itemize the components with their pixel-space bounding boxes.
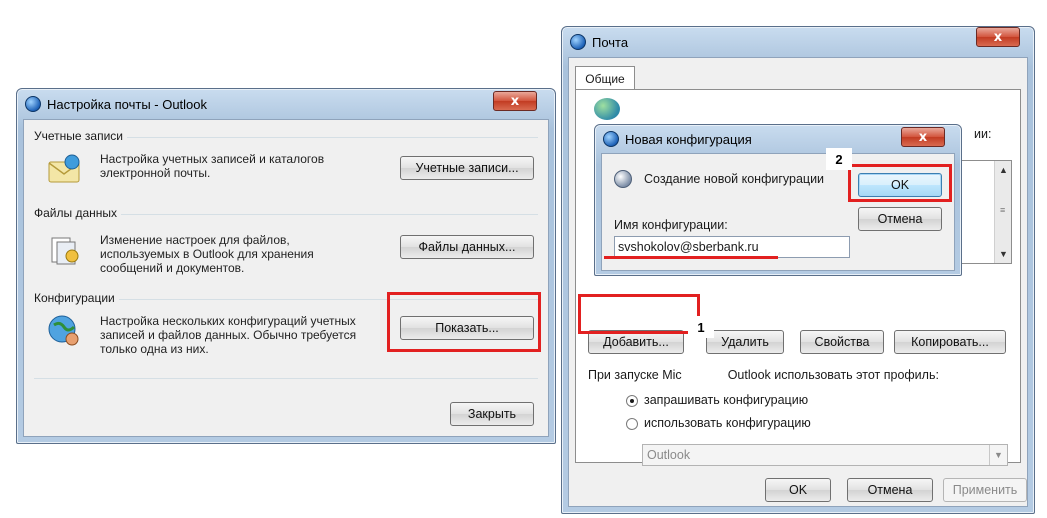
copy-profile-button[interactable]: Копировать... bbox=[894, 330, 1006, 354]
new-profile-close-button[interactable]: x bbox=[901, 127, 945, 147]
use-profile-label[interactable]: использовать конфигурацию bbox=[644, 416, 811, 430]
profile-select-value: Outlook bbox=[647, 448, 691, 462]
accounts-description: Настройка учетных записей и каталогов эл… bbox=[100, 152, 325, 180]
profiles-section-label: Конфигурации bbox=[34, 291, 119, 305]
mail-titlebar[interactable]: Почта bbox=[562, 27, 1034, 57]
show-profiles-highlight bbox=[387, 292, 541, 352]
email-accounts-button[interactable]: Учетные записи... bbox=[400, 156, 534, 180]
dialog-ok-highlight bbox=[848, 164, 952, 202]
close-button[interactable]: Закрыть bbox=[450, 402, 534, 426]
cancel-button[interactable]: Отмена bbox=[847, 478, 933, 502]
use-profile-radio[interactable] bbox=[626, 418, 638, 430]
bottom-divider bbox=[34, 378, 538, 379]
tab-general-label: Общие bbox=[585, 71, 625, 86]
profile-name-underline bbox=[604, 256, 778, 259]
prompt-profile-label[interactable]: запрашивать конфигурацию bbox=[644, 393, 808, 407]
data-files-icon bbox=[46, 232, 82, 268]
scroll-down-icon[interactable]: ▼ bbox=[999, 249, 1008, 259]
new-profile-app-icon bbox=[603, 131, 619, 147]
scroll-grip-icon[interactable]: ≡ bbox=[1000, 205, 1005, 215]
profiles-description: Настройка нескольких конфигураций учетны… bbox=[100, 314, 357, 356]
profiles-icon bbox=[46, 313, 82, 349]
scroll-up-icon[interactable]: ▲ bbox=[999, 165, 1008, 175]
email-accounts-icon bbox=[46, 152, 82, 188]
mail-close-button[interactable]: x bbox=[976, 27, 1020, 47]
profile-name-value: svshokolov@sberbank.ru bbox=[618, 240, 759, 254]
ok-button[interactable]: OK bbox=[765, 478, 831, 502]
step-2-marker: 2 bbox=[826, 148, 852, 170]
profile-name-label: Имя конфигурации: bbox=[614, 218, 728, 232]
mail-setup-client: Учетные записи Настройка учетных записей… bbox=[23, 119, 549, 437]
chevron-down-icon[interactable]: ▼ bbox=[989, 445, 1007, 465]
step-1-marker: 1 bbox=[688, 316, 714, 338]
profile-name-input[interactable]: svshokolov@sberbank.ru bbox=[614, 236, 850, 258]
apply-button[interactable]: Применить bbox=[943, 478, 1027, 502]
accounts-section-label: Учетные записи bbox=[34, 129, 127, 143]
profile-properties-button[interactable]: Свойства bbox=[800, 330, 884, 354]
new-profile-title: Новая конфигурация bbox=[625, 131, 752, 147]
remove-profile-button[interactable]: Удалить bbox=[706, 330, 784, 354]
profiles-partial-label: ии: bbox=[974, 127, 992, 141]
mail-setup-close-button[interactable]: x bbox=[493, 91, 537, 111]
mail-setup-title: Настройка почты - Outlook bbox=[47, 96, 208, 112]
mail-setup-window: Настройка почты - Outlook x Учетные запи… bbox=[16, 88, 556, 444]
profile-list-scrollbar[interactable]: ▲ ≡ ▼ bbox=[994, 161, 1011, 263]
mail-globe-icon bbox=[594, 98, 620, 120]
profile-list[interactable]: ▲ ≡ ▼ bbox=[956, 160, 1012, 264]
mail-title: Почта bbox=[592, 34, 629, 50]
new-profile-icon bbox=[614, 170, 632, 188]
new-profile-heading: Создание новой конфигурации bbox=[644, 172, 825, 186]
profile-select[interactable]: Outlook ▼ bbox=[642, 444, 1008, 466]
startup-profile-label: При запуске Mic Outlook использовать этот… bbox=[588, 368, 939, 382]
new-profile-cancel-button[interactable]: Отмена bbox=[858, 207, 942, 231]
mail-app-icon bbox=[570, 34, 586, 50]
mail-setup-titlebar[interactable]: Настройка почты - Outlook bbox=[17, 89, 555, 119]
tab-general[interactable]: Общие bbox=[575, 66, 635, 90]
data-files-button[interactable]: Файлы данных... bbox=[400, 235, 534, 259]
prompt-profile-radio[interactable] bbox=[626, 395, 638, 407]
data-files-section-label: Файлы данных bbox=[34, 206, 122, 220]
data-files-description: Изменение настроек для файлов, используе… bbox=[100, 233, 314, 275]
outlook-app-icon bbox=[25, 96, 41, 112]
add-button-highlight bbox=[578, 294, 700, 334]
